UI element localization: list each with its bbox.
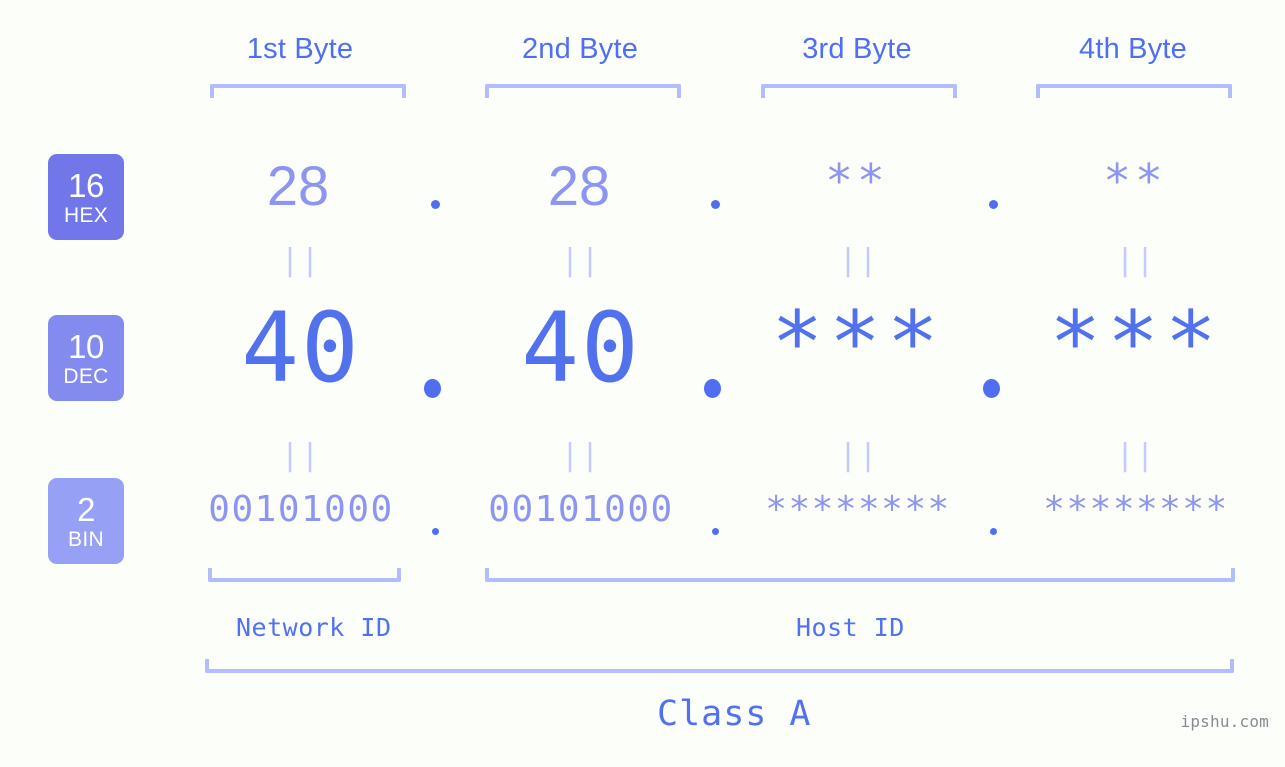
equals-mark-hex-dec-4: || [1115, 243, 1157, 278]
hex-byte-3: ** [825, 154, 889, 208]
network-id-bracket [208, 568, 401, 582]
bin-byte-3: ******** [765, 489, 951, 530]
byte-bracket-top-2 [485, 84, 681, 98]
radix-badge-hex: 16 HEX [48, 154, 124, 240]
equals-mark-hex-dec-2: || [560, 243, 602, 278]
dec-separator-dot-2 [704, 379, 721, 398]
byte-bracket-top-3 [761, 84, 957, 98]
equals-mark-dec-bin-4: || [1115, 438, 1157, 473]
equals-mark-dec-bin-3: || [838, 438, 880, 473]
radix-badge-bin-abbr: BIN [68, 527, 104, 551]
equals-mark-hex-dec-1: || [280, 243, 322, 278]
dec-separator-dot-3 [983, 379, 1000, 398]
radix-badge-hex-abbr: HEX [63, 203, 109, 227]
hex-separator-dot-1 [431, 200, 440, 209]
class-label: Class A [657, 694, 812, 734]
bin-byte-4: ******** [1043, 489, 1229, 530]
hex-byte-4: ** [1103, 154, 1167, 208]
byte-bracket-top-4 [1036, 84, 1232, 98]
radix-badge-dec: 10 DEC [48, 315, 124, 401]
hex-separator-dot-3 [989, 200, 998, 209]
ip-byte-diagram: 1st Byte 2nd Byte 3rd Byte 4th Byte 16 H… [0, 0, 1285, 767]
bin-separator-dot-2 [712, 528, 719, 535]
bin-byte-1: 00101000 [208, 489, 394, 530]
hex-byte-2: 28 [547, 154, 611, 217]
bin-separator-dot-1 [432, 528, 439, 535]
byte-header-3: 3rd Byte [802, 33, 912, 65]
byte-header-2: 2nd Byte [521, 33, 639, 65]
host-id-bracket [485, 568, 1235, 582]
byte-header-1: 1st Byte [246, 33, 354, 65]
byte-bracket-top-1 [210, 84, 406, 98]
class-bracket [205, 659, 1234, 673]
radix-badge-bin-number: 2 [77, 490, 95, 528]
dec-byte-1: 40 [241, 292, 361, 404]
radix-badge-dec-number: 10 [68, 327, 104, 365]
bin-byte-2: 00101000 [488, 489, 674, 530]
dec-separator-dot-1 [424, 379, 441, 398]
dec-byte-2: 40 [521, 292, 641, 404]
equals-mark-dec-bin-2: || [560, 438, 602, 473]
radix-badge-hex-number: 16 [68, 166, 104, 204]
host-id-label: Host ID [796, 613, 905, 642]
bin-separator-dot-3 [990, 528, 997, 535]
hex-separator-dot-2 [711, 200, 720, 209]
radix-badge-dec-abbr: DEC [63, 364, 109, 388]
hex-byte-1: 28 [266, 154, 330, 217]
equals-mark-dec-bin-1: || [280, 438, 322, 473]
network-id-label: Network ID [236, 613, 392, 642]
byte-header-4: 4th Byte [1079, 33, 1187, 65]
dec-byte-3: *** [771, 293, 945, 393]
site-watermark: ipshu.com [1180, 712, 1269, 731]
equals-mark-hex-dec-3: || [838, 243, 880, 278]
dec-byte-4: *** [1049, 293, 1223, 393]
radix-badge-bin: 2 BIN [48, 478, 124, 564]
